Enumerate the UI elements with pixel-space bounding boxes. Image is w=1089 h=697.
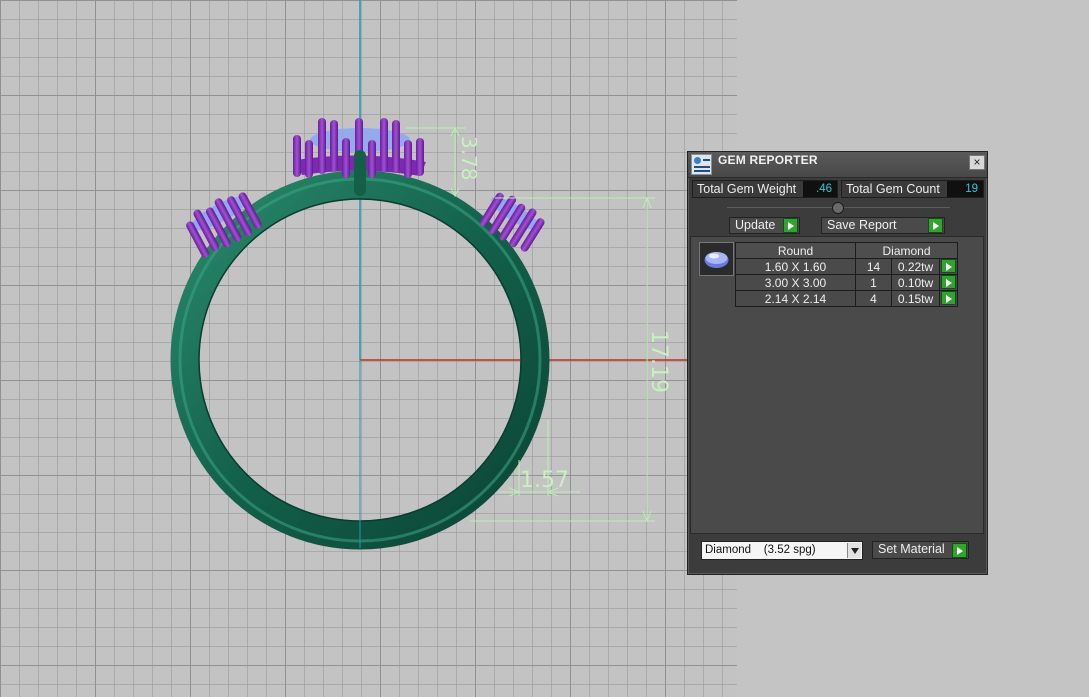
row-select-button[interactable]	[939, 274, 958, 291]
prong	[380, 118, 388, 172]
table-row[interactable]: 2.14 X 2.14 4 0.15tw	[735, 290, 958, 307]
dimension-band-width-label: 1.57	[520, 468, 569, 493]
play-icon	[941, 291, 956, 305]
total-gem-count-value: 19	[947, 181, 983, 197]
ring-model-scene[interactable]: 3.78 17.19 1.57	[0, 0, 737, 697]
header-round: Round	[735, 242, 856, 259]
round-gem-icon	[704, 252, 729, 268]
gem-size: 2.14 X 2.14	[735, 290, 856, 307]
gem-weight: 0.10tw	[891, 274, 940, 291]
update-button-label: Update	[735, 218, 776, 232]
prong	[416, 138, 424, 176]
divider-handle[interactable]	[832, 202, 844, 214]
set-material-button-label: Set Material	[878, 542, 945, 556]
total-gem-weight-value: .46	[803, 181, 837, 197]
prong	[368, 140, 376, 178]
gem-list-area[interactable]: Round Diamond 1.60 X 1.60 14 0.22tw 3.00…	[690, 236, 984, 534]
gem-size: 3.00 X 3.00	[735, 274, 856, 291]
play-icon	[952, 543, 967, 558]
gem-count: 1	[855, 274, 892, 291]
header-diamond: Diamond	[855, 242, 958, 259]
play-icon	[941, 275, 956, 289]
dimension-top-height-label: 3.78	[457, 136, 481, 181]
save-report-button[interactable]: Save Report	[821, 217, 945, 234]
gem-size: 1.60 X 1.60	[735, 258, 856, 275]
material-select-value: Diamond (3.52 spg)	[705, 544, 816, 556]
set-material-button[interactable]: Set Material	[872, 541, 969, 559]
gem-count: 4	[855, 290, 892, 307]
table-row[interactable]: 3.00 X 3.00 1 0.10tw	[735, 274, 958, 291]
update-button[interactable]: Update	[729, 217, 800, 234]
close-button[interactable]: ×	[969, 155, 985, 170]
prong	[342, 138, 350, 178]
prong	[404, 140, 412, 178]
prong	[305, 140, 313, 178]
table-row[interactable]: 1.60 X 1.60 14 0.22tw	[735, 258, 958, 275]
prong	[392, 120, 400, 172]
gem-weight: 0.22tw	[891, 258, 940, 275]
prong	[293, 135, 301, 177]
panel-titlebar[interactable]: GEM REPORTER ×	[688, 152, 987, 178]
play-icon	[928, 218, 943, 233]
row-select-button[interactable]	[939, 258, 958, 275]
gem-weight: 0.15tw	[891, 290, 940, 307]
gem-reporter-icon	[691, 154, 712, 175]
material-select[interactable]: Diamond (3.52 spg)	[701, 541, 863, 560]
round-gem-thumbnail[interactable]	[699, 242, 734, 276]
play-icon	[941, 259, 956, 273]
prong	[318, 118, 326, 174]
close-icon: ×	[973, 155, 981, 169]
dimension-overall-height-label: 17.19	[646, 330, 671, 393]
gem-table: Round Diamond 1.60 X 1.60 14 0.22tw 3.00…	[735, 242, 958, 307]
row-select-button[interactable]	[939, 290, 958, 307]
total-gem-weight-label: Total Gem Weight	[697, 182, 797, 196]
center-post	[354, 150, 366, 196]
gem-reporter-panel[interactable]: GEM REPORTER × Total Gem Weight .46 Tota…	[687, 151, 988, 575]
prong	[330, 120, 338, 172]
gem-count: 14	[855, 258, 892, 275]
total-gem-count-label: Total Gem Count	[846, 182, 940, 196]
save-report-button-label: Save Report	[827, 218, 897, 232]
gem-table-header: Round Diamond	[735, 242, 958, 259]
play-icon	[783, 218, 798, 233]
panel-title: GEM REPORTER	[718, 153, 818, 167]
chevron-down-icon[interactable]	[847, 543, 861, 558]
